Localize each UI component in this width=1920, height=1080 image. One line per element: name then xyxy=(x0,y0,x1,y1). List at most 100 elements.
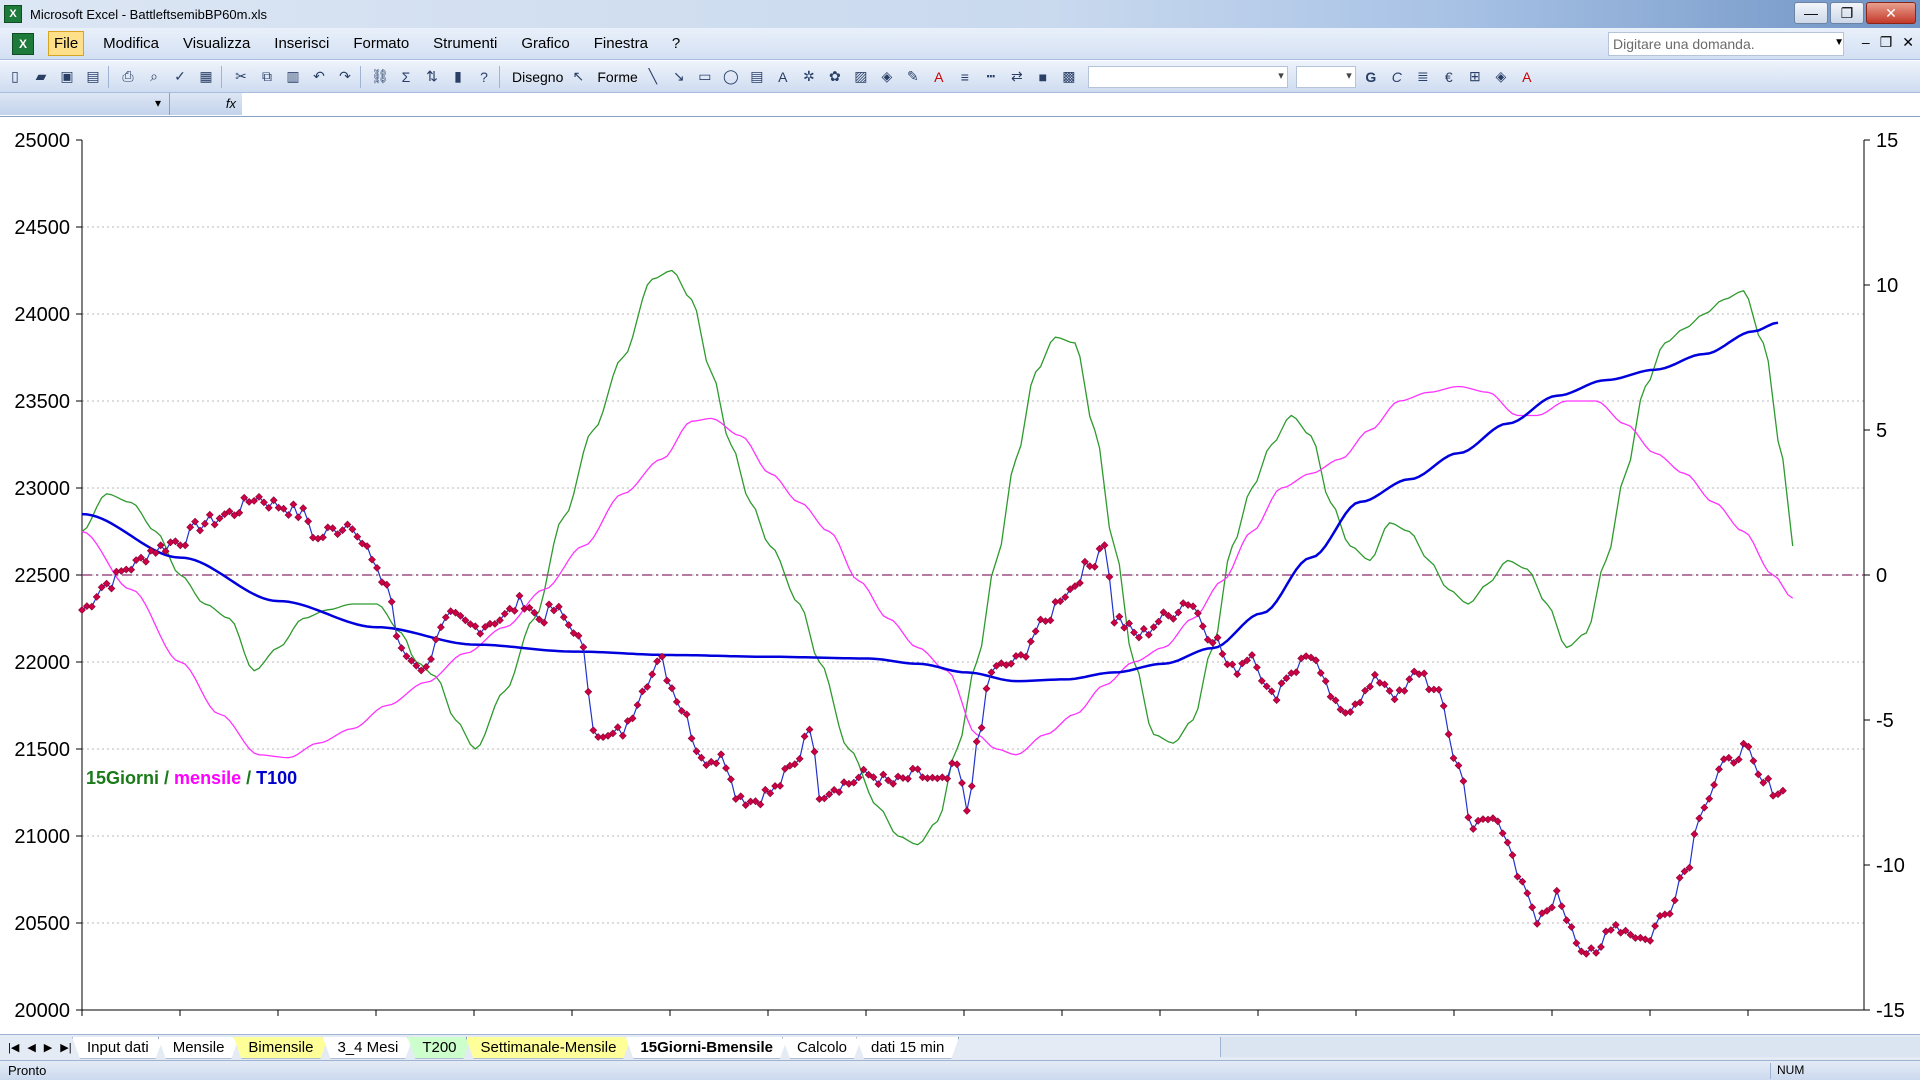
fill-color-icon[interactable]: ◈ xyxy=(876,66,898,88)
price-point-marker xyxy=(294,513,303,522)
horizontal-scrollbar[interactable] xyxy=(1220,1037,1920,1057)
menu-modifica[interactable]: Modifica xyxy=(98,32,164,55)
dash-style-icon[interactable]: ┅ xyxy=(980,66,1002,88)
series-line-t100 xyxy=(81,321,1779,683)
toolbar: ▯ ▰ ▣ ▤ ⎙ ⌕ ✓ ▦ ✂ ⧉ ▥ ↶ ↷ ⛓ Σ ⇅ ▮ ? Dise… xyxy=(0,61,1920,93)
save-icon[interactable]: ▣ xyxy=(56,66,78,88)
redo-icon[interactable]: ↷ xyxy=(334,66,356,88)
legend-mensile: mensile xyxy=(174,768,242,788)
price-point-marker xyxy=(1031,627,1040,636)
tab-input-dati[interactable]: Input dati xyxy=(72,1037,164,1059)
open-icon[interactable]: ▰ xyxy=(30,66,52,88)
menu-finestra[interactable]: Finestra xyxy=(589,32,653,55)
undo-icon[interactable]: ↶ xyxy=(308,66,330,88)
font-size-combo[interactable] xyxy=(1295,65,1356,88)
menu-visualizza[interactable]: Visualizza xyxy=(178,32,255,55)
wordart-icon[interactable]: A xyxy=(772,66,794,88)
rectangle-icon[interactable]: ▭ xyxy=(694,66,716,88)
line-style-icon[interactable]: ≡ xyxy=(954,66,976,88)
research-icon[interactable]: ▦ xyxy=(195,66,217,88)
menu-help[interactable]: ? xyxy=(667,32,685,55)
name-box[interactable] xyxy=(0,93,170,115)
line-icon[interactable]: ╲ xyxy=(642,66,664,88)
doc-minimize-button[interactable]: – xyxy=(1862,34,1870,51)
new-icon[interactable]: ▯ xyxy=(4,66,26,88)
paste-icon[interactable]: ▥ xyxy=(282,66,304,88)
chart-wizard-icon[interactable]: ▮ xyxy=(447,66,469,88)
spelling-icon[interactable]: ✓ xyxy=(169,66,191,88)
euro-button[interactable]: € xyxy=(1438,66,1460,88)
menu-grafico[interactable]: Grafico xyxy=(516,32,574,55)
first-sheet-icon[interactable]: |◀ xyxy=(8,1041,19,1054)
close-button[interactable]: ✕ xyxy=(1866,2,1916,24)
last-sheet-icon[interactable]: ▶| xyxy=(60,1041,71,1054)
print-preview-icon[interactable]: ⌕ xyxy=(143,66,165,88)
tab-calcolo[interactable]: Calcolo xyxy=(782,1037,862,1059)
align-icon[interactable]: ≣ xyxy=(1412,66,1434,88)
textbox-icon[interactable]: ▤ xyxy=(746,66,768,88)
price-point-marker xyxy=(1454,761,1463,770)
tab-mensile[interactable]: Mensile xyxy=(158,1037,240,1059)
font-color-icon-2[interactable]: A xyxy=(1516,66,1538,88)
next-sheet-icon[interactable]: ▶ xyxy=(44,1041,52,1054)
help-icon[interactable]: ? xyxy=(473,66,495,88)
chart-area[interactable]: 20000 20500 21000 21500 22000 22500 23000 23500… xyxy=(0,117,1920,1037)
tab-settimanale-mensile[interactable]: Settimanale-Mensile xyxy=(466,1037,632,1059)
ask-question-input[interactable]: Digitare una domanda. xyxy=(1608,32,1844,56)
y-right-tick-label: -5 xyxy=(1876,710,1894,732)
document-icon[interactable]: X xyxy=(12,32,34,55)
menu-strumenti[interactable]: Strumenti xyxy=(428,32,502,55)
restore-button[interactable]: ❐ xyxy=(1830,2,1864,24)
3d-icon[interactable]: ▩ xyxy=(1058,66,1080,88)
menu-formato[interactable]: Formato xyxy=(348,32,414,55)
ask-dropdown-icon[interactable]: ▼ xyxy=(1834,37,1844,48)
menu-inserisci[interactable]: Inserisci xyxy=(269,32,334,55)
borders-icon[interactable]: ⊞ xyxy=(1464,66,1486,88)
shapes-menu-button[interactable]: Forme xyxy=(597,69,637,85)
tab-t200[interactable]: T200 xyxy=(407,1037,471,1059)
line-chart[interactable]: 20000 20500 21000 21500 22000 22500 23000 23500… xyxy=(0,117,1920,1037)
diagram-icon[interactable]: ✲ xyxy=(798,66,820,88)
price-point-marker xyxy=(1026,637,1035,646)
sort-icon[interactable]: ⇅ xyxy=(421,66,443,88)
font-color-icon[interactable]: A xyxy=(928,66,950,88)
cut-icon[interactable]: ✂ xyxy=(230,66,252,88)
prev-sheet-icon[interactable]: ◀ xyxy=(27,1041,35,1054)
toolbar-separator xyxy=(108,65,109,88)
chart-legend-text: 15Giorni / mensile / T100 xyxy=(86,768,297,789)
legend-sep-1: / xyxy=(159,768,175,788)
tab-bimensile[interactable]: Bimensile xyxy=(233,1037,328,1059)
draw-menu-button[interactable]: Disegno xyxy=(512,69,563,85)
y-right-tick-label: 5 xyxy=(1876,420,1887,442)
insert-function-icon[interactable]: fx xyxy=(170,93,242,115)
select-pointer-icon[interactable]: ↖ xyxy=(567,66,589,88)
tab-dati-15-min[interactable]: dati 15 min xyxy=(856,1037,959,1059)
fill-icon[interactable]: ◈ xyxy=(1490,66,1512,88)
doc-close-button[interactable]: ✕ xyxy=(1902,34,1914,51)
oval-icon[interactable]: ◯ xyxy=(720,66,742,88)
price-point-marker xyxy=(1665,910,1674,918)
y-left-tick-label: 21000 xyxy=(14,826,70,848)
copy-icon[interactable]: ⧉ xyxy=(256,66,278,88)
arrow-style-icon[interactable]: ⇄ xyxy=(1006,66,1028,88)
autosum-icon[interactable]: Σ xyxy=(395,66,417,88)
shadow-icon[interactable]: ■ xyxy=(1032,66,1054,88)
picture-icon[interactable]: ▨ xyxy=(850,66,872,88)
font-name-combo[interactable] xyxy=(1087,65,1288,88)
arrow-icon[interactable]: ↘ xyxy=(668,66,690,88)
minimize-button[interactable]: — xyxy=(1794,2,1828,24)
clipart-icon[interactable]: ✿ xyxy=(824,66,846,88)
tab-15giorni-bmensile[interactable]: 15Giorni-Bmensile xyxy=(625,1037,788,1059)
price-point-marker xyxy=(269,496,278,505)
italic-button[interactable]: C xyxy=(1386,66,1408,88)
menu-file[interactable]: File xyxy=(48,31,85,56)
bold-button[interactable]: G xyxy=(1360,66,1382,88)
line-color-icon[interactable]: ✎ xyxy=(902,66,924,88)
doc-restore-button[interactable]: ❐ xyxy=(1880,34,1893,51)
price-point-marker xyxy=(515,591,524,600)
permission-icon[interactable]: ▤ xyxy=(82,66,104,88)
hyperlink-icon[interactable]: ⛓ xyxy=(369,66,391,88)
tab-3-4-mesi[interactable]: 3_4 Mesi xyxy=(322,1037,413,1059)
print-icon[interactable]: ⎙ xyxy=(117,66,139,88)
y-left-tick-label: 23500 xyxy=(14,391,70,413)
